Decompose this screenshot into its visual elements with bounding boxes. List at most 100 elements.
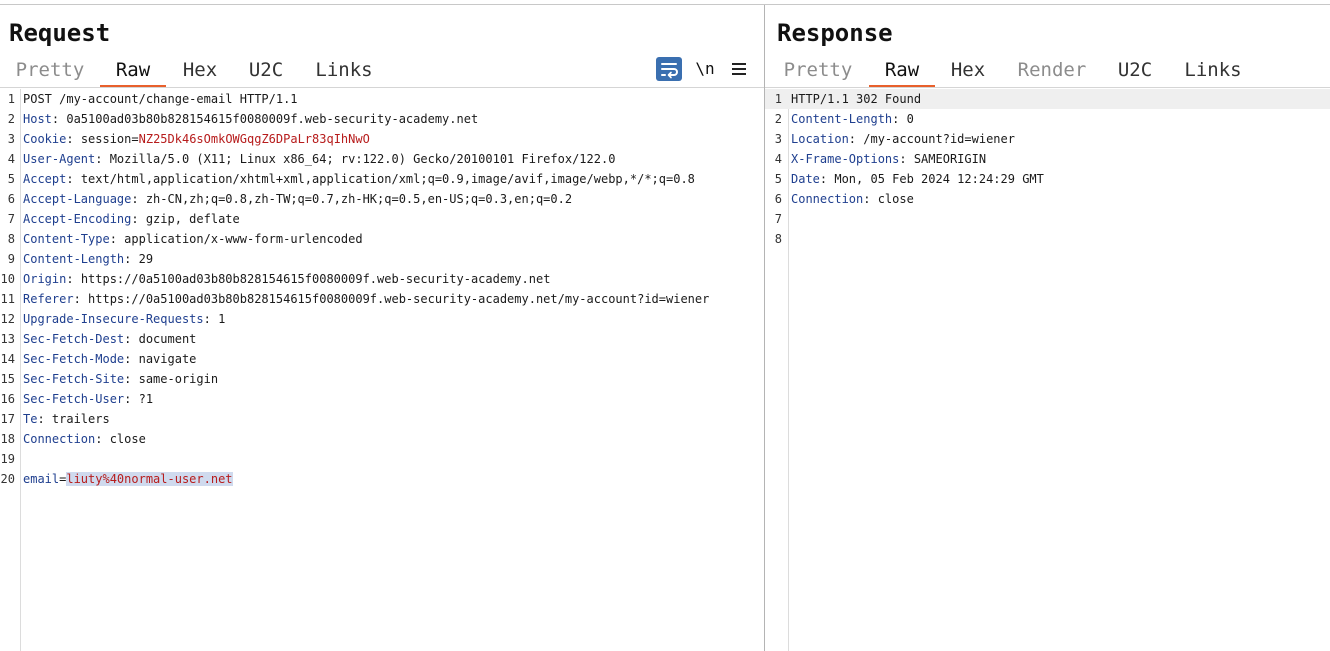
- line-content: Content-Length: 29: [23, 252, 154, 266]
- line-content: Sec-Fetch-Dest: document: [23, 332, 197, 346]
- line-number: 11: [0, 292, 15, 306]
- line-content: Accept-Encoding: gzip, deflate: [23, 212, 240, 226]
- header-name: Host: [23, 112, 52, 126]
- response-tab-u2c[interactable]: U2C: [1109, 55, 1161, 85]
- line-number: 18: [0, 432, 15, 446]
- line-number: 1: [7, 92, 15, 106]
- line-number: 17: [0, 412, 15, 426]
- request-editor[interactable]: 1 POST /my-account/change-email HTTP/1.1 2…: [0, 89, 764, 651]
- header-name: Accept-Encoding: [23, 212, 132, 226]
- response-line[interactable]: 5 Date: Mon, 05 Feb 2024 12:24:29 GMT: [765, 169, 1330, 189]
- request-line[interactable]: 14 Sec-Fetch-Mode: navigate: [0, 349, 764, 369]
- response-line[interactable]: 1 HTTP/1.1 302 Found: [765, 89, 1330, 109]
- request-line[interactable]: 8 Content-Type: application/x-www-form-ur…: [0, 229, 764, 249]
- request-line[interactable]: 5 Accept: text/html,application/xhtml+xml…: [0, 169, 764, 189]
- header-value: 0: [906, 112, 914, 126]
- request-line[interactable]: 6 Accept-Language: zh-CN,zh;q=0.8,zh-TW;q…: [0, 189, 764, 209]
- header-value: close: [877, 192, 914, 206]
- header-name: Referer: [23, 292, 74, 306]
- request-line[interactable]: 16 Sec-Fetch-User: ?1: [0, 389, 764, 409]
- line-number: 8: [7, 232, 15, 246]
- line-number: 7: [7, 212, 15, 226]
- header-value: SAMEORIGIN: [913, 152, 987, 166]
- request-line[interactable]: 15 Sec-Fetch-Site: same-origin: [0, 369, 764, 389]
- header-value: 0a5100ad03b80b828154615f0080009f.web-sec…: [66, 112, 479, 126]
- request-line[interactable]: 10 Origin: https://0a5100ad03b80b82815461…: [0, 269, 764, 289]
- request-tab-hex[interactable]: Hex: [174, 55, 226, 85]
- request-line[interactable]: 11 Referer: https://0a5100ad03b80b8281546…: [0, 289, 764, 309]
- line-number: 8: [774, 232, 782, 246]
- header-value: https://0a5100ad03b80b828154615f0080009f…: [88, 292, 710, 306]
- request-line[interactable]: 9 Content-Length: 29: [0, 249, 764, 269]
- line-content: Connection: close: [791, 192, 914, 206]
- line-content: Origin: https://0a5100ad03b80b828154615f…: [23, 272, 551, 286]
- request-line[interactable]: 20 email=liuty%40normal-user.net: [0, 469, 764, 489]
- request-line[interactable]: 18 Connection: close: [0, 429, 764, 449]
- header-name: Sec-Fetch-Dest: [23, 332, 125, 346]
- response-editor[interactable]: 1 HTTP/1.1 302 Found 2 Content-Length: 0 3 Lo…: [765, 89, 1330, 651]
- response-line[interactable]: 7: [765, 209, 1330, 229]
- line-number: 12: [0, 312, 15, 326]
- request-line[interactable]: 4 User-Agent: Mozilla/5.0 (X11; Linux x86…: [0, 149, 764, 169]
- header-value: text/html,application/xhtml+xml,applicat…: [80, 172, 695, 186]
- header-name: Content-Length: [23, 252, 125, 266]
- request-line[interactable]: 3 Cookie: session=NZ25Dk46sOmkOWGqgZ6DPaL…: [0, 129, 764, 149]
- response-line[interactable]: 3 Location: /my-account?id=wiener: [765, 129, 1330, 149]
- header-name: Content-Type: [23, 232, 110, 246]
- request-tab-raw[interactable]: Raw: [100, 55, 166, 87]
- line-content: Sec-Fetch-Mode: navigate: [23, 352, 197, 366]
- header-name: Accept-Language: [23, 192, 132, 206]
- request-title: Request: [9, 19, 111, 47]
- line-content: Connection: close: [23, 432, 146, 446]
- response-line[interactable]: 8: [765, 229, 1330, 249]
- line-content: Content-Length: 0: [791, 112, 914, 126]
- header-name: Upgrade-Insecure-Requests: [23, 312, 204, 326]
- line-number: 9: [7, 252, 15, 266]
- response-line[interactable]: 2 Content-Length: 0: [765, 109, 1330, 129]
- word-wrap-icon[interactable]: [656, 57, 682, 81]
- header-value: ?1: [138, 392, 154, 406]
- response-line[interactable]: 6 Connection: close: [765, 189, 1330, 209]
- response-pane: Response Pretty Raw Hex Render U2C Links…: [765, 5, 1330, 651]
- line-content: email=liuty%40normal-user.net: [23, 472, 233, 486]
- line-number: 3: [7, 132, 15, 146]
- line-number: 2: [774, 112, 782, 126]
- line-number: 13: [0, 332, 15, 346]
- line-number: 20: [0, 472, 15, 486]
- line-number: 10: [0, 272, 15, 286]
- line-content: Cookie: session=NZ25Dk46sOmkOWGqgZ6DPaLr…: [23, 132, 370, 146]
- request-line[interactable]: 17 Te: trailers: [0, 409, 764, 429]
- request-tab-links[interactable]: Links: [308, 55, 380, 85]
- response-tab-hex[interactable]: Hex: [942, 55, 994, 85]
- header-name: User-Agent: [23, 152, 96, 166]
- header-value: Mozilla/5.0 (X11; Linux x86_64; rv:122.0…: [109, 152, 616, 166]
- request-tab-pretty[interactable]: Pretty: [6, 55, 94, 85]
- request-line[interactable]: 19: [0, 449, 764, 469]
- show-newlines-button[interactable]: \n: [694, 57, 716, 81]
- hamburger-menu-icon[interactable]: [730, 57, 748, 81]
- line-content: Upgrade-Insecure-Requests: 1: [23, 312, 226, 326]
- line-text: HTTP/1.1 302 Found: [791, 92, 922, 106]
- cookie-name: session: [80, 132, 132, 146]
- request-line[interactable]: 1 POST /my-account/change-email HTTP/1.1: [0, 89, 764, 109]
- response-tab-render[interactable]: Render: [1011, 55, 1093, 85]
- header-name: Te: [23, 412, 38, 426]
- response-tab-raw[interactable]: Raw: [869, 55, 935, 87]
- request-line[interactable]: 13 Sec-Fetch-Dest: document: [0, 329, 764, 349]
- request-pane: Request Pretty Raw Hex U2C Links \n 1 POS…: [0, 5, 764, 651]
- line-number: 16: [0, 392, 15, 406]
- header-value: 1: [218, 312, 226, 326]
- line-number: 3: [774, 132, 782, 146]
- header-value: trailers: [51, 412, 110, 426]
- header-name: X-Frame-Options: [791, 152, 900, 166]
- header-value: gzip, deflate: [145, 212, 240, 226]
- request-line[interactable]: 12 Upgrade-Insecure-Requests: 1: [0, 309, 764, 329]
- response-line[interactable]: 4 X-Frame-Options: SAMEORIGIN: [765, 149, 1330, 169]
- request-line[interactable]: 7 Accept-Encoding: gzip, deflate: [0, 209, 764, 229]
- header-name: Sec-Fetch-Site: [23, 372, 125, 386]
- request-line[interactable]: 2 Host: 0a5100ad03b80b828154615f0080009f.…: [0, 109, 764, 129]
- line-number: 5: [774, 172, 782, 186]
- response-tab-pretty[interactable]: Pretty: [774, 55, 862, 85]
- response-tab-links[interactable]: Links: [1177, 55, 1249, 85]
- request-tab-u2c[interactable]: U2C: [240, 55, 292, 85]
